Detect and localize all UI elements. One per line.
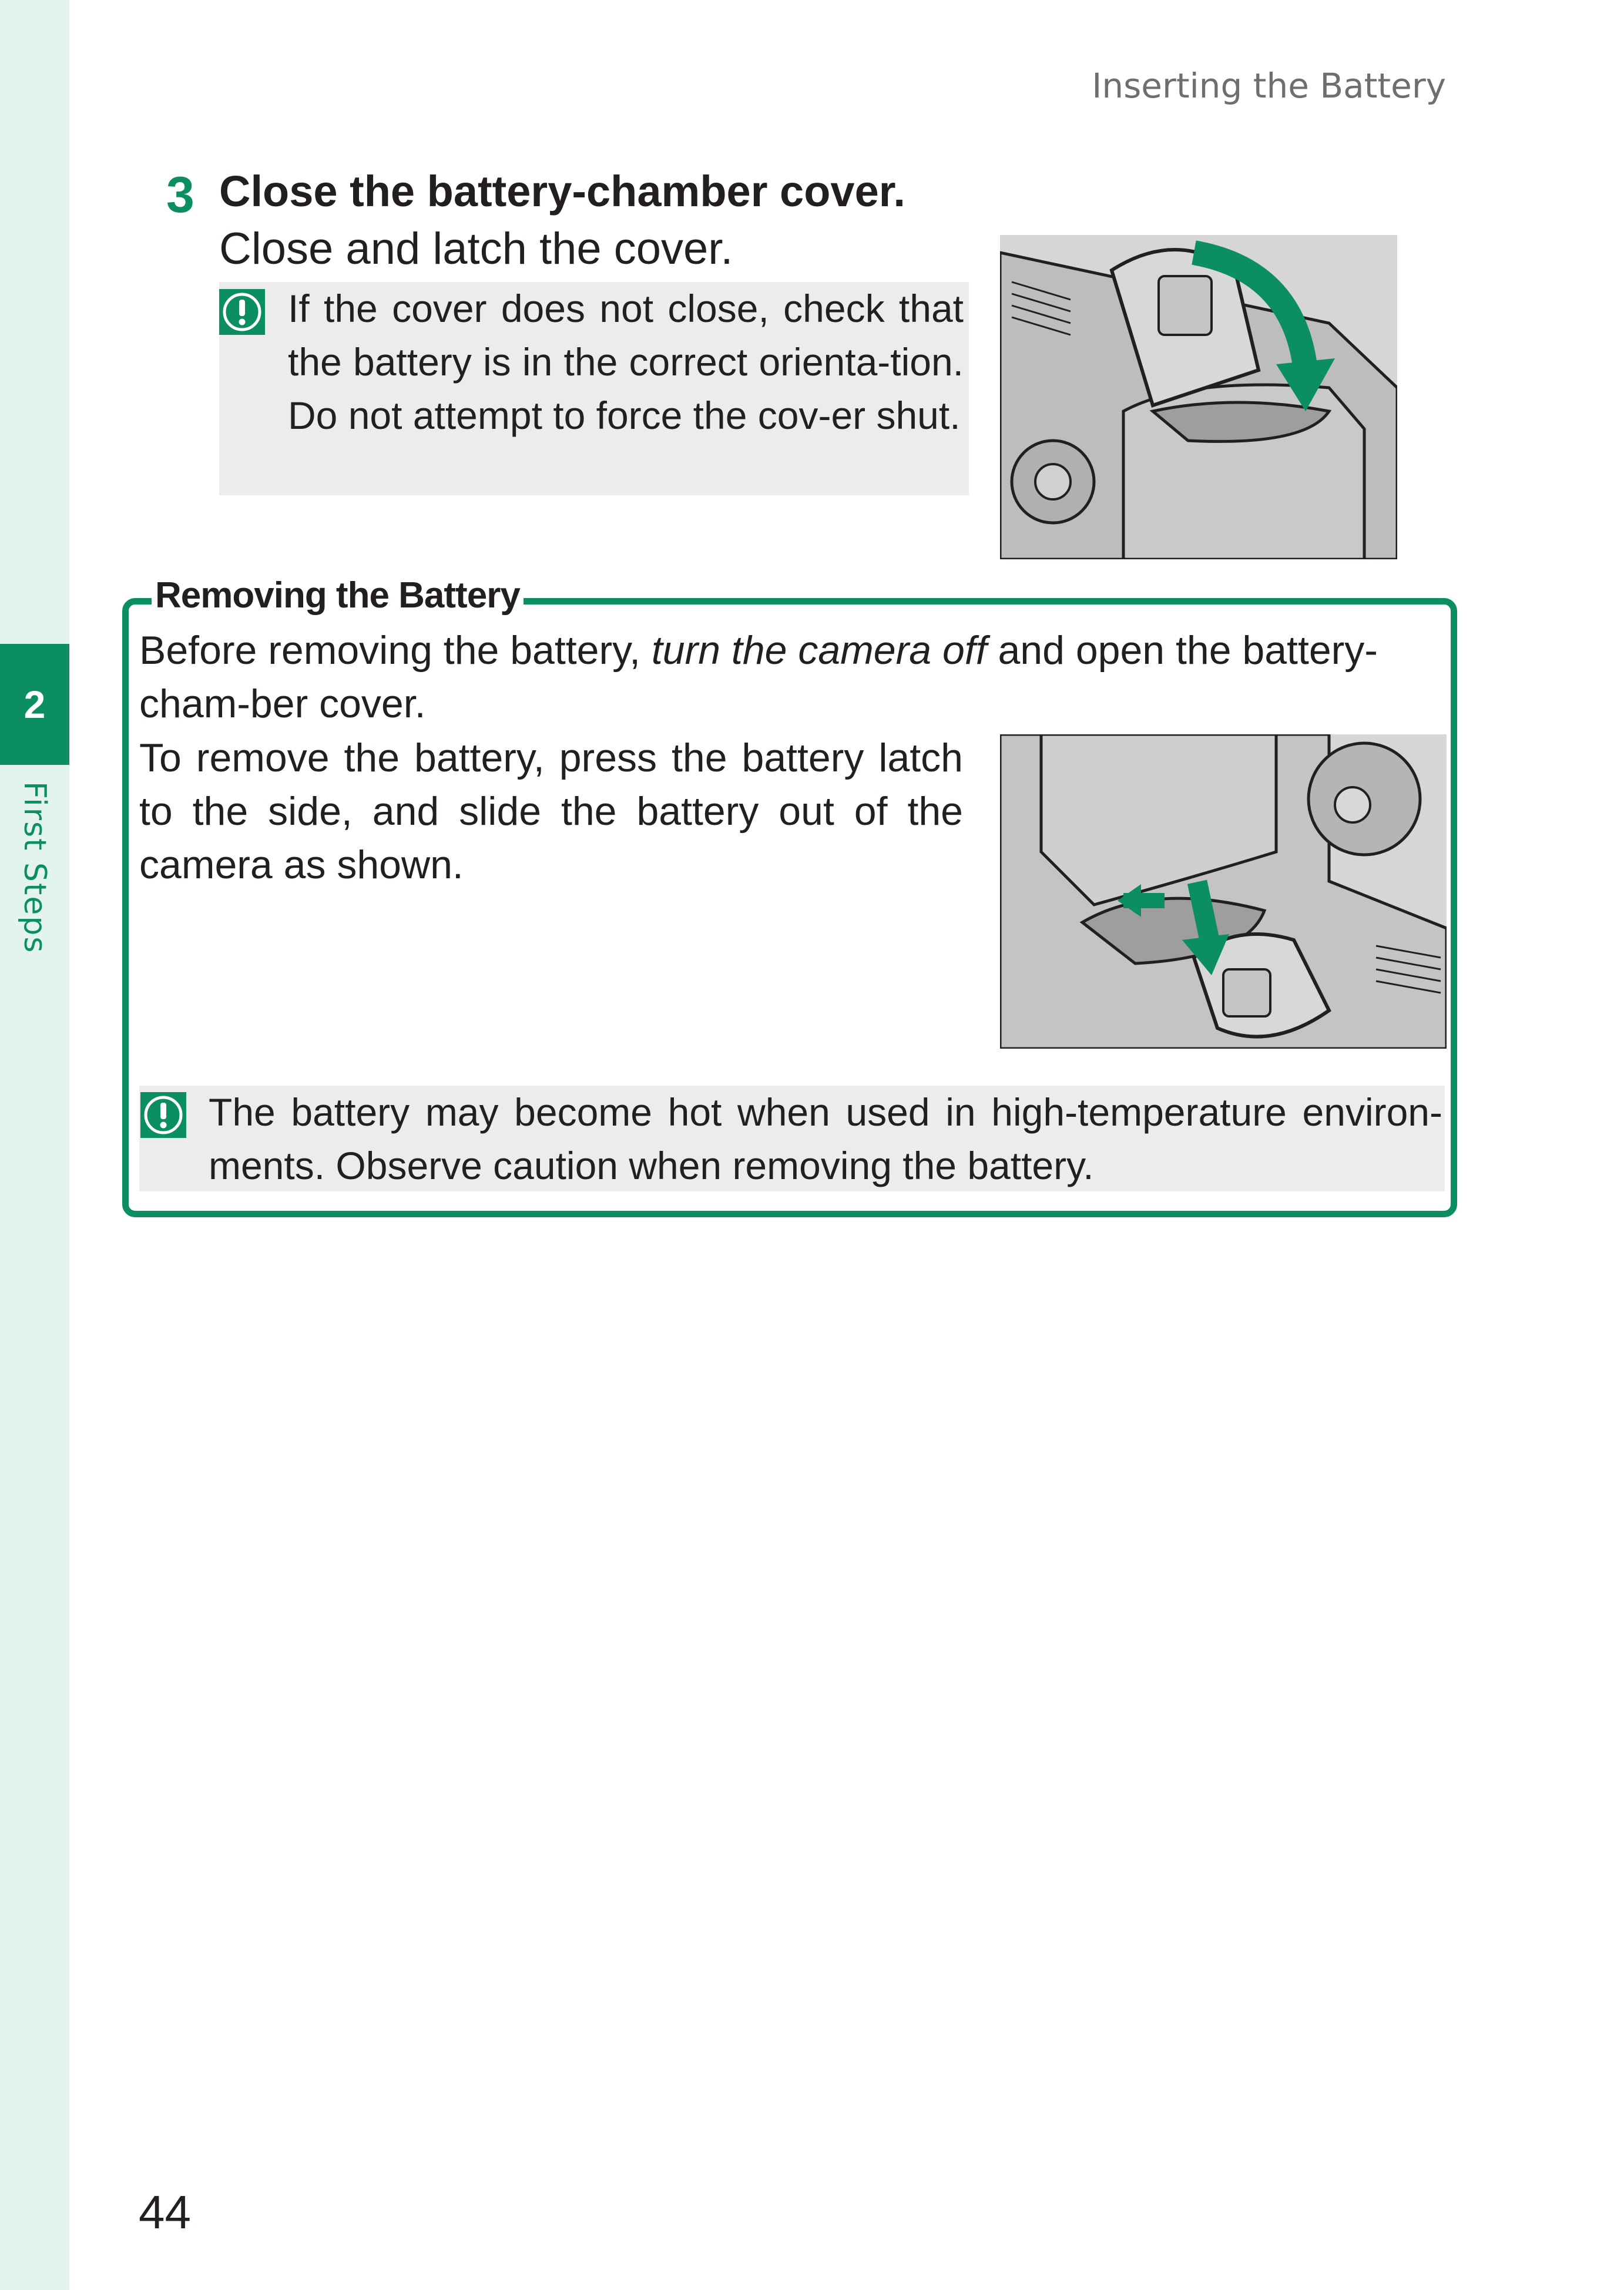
step-number: 3 bbox=[166, 167, 194, 223]
step-note-text: If the cover does not close, check that … bbox=[288, 287, 964, 437]
caution-icon bbox=[219, 289, 265, 335]
caution-icon bbox=[140, 1092, 186, 1138]
para1-text-a: Before removing the battery, bbox=[139, 628, 652, 673]
chapter-label: First Steps bbox=[17, 781, 52, 954]
step-note: If the cover does not close, check that … bbox=[219, 282, 969, 495]
chapter-number: 2 bbox=[24, 683, 46, 726]
step-subtitle: Close and latch the cover. bbox=[219, 224, 733, 274]
removal-note: The battery may become hot when used in … bbox=[139, 1086, 1445, 1191]
removing-paragraph-2: To remove the battery, press the battery… bbox=[139, 736, 963, 887]
removal-note-text: The battery may become hot when used in … bbox=[209, 1090, 1442, 1187]
running-head: Inserting the Battery bbox=[1092, 66, 1446, 106]
camera-cover-closing-illustration bbox=[1000, 235, 1397, 559]
panel-title: Removing the Battery bbox=[152, 575, 524, 616]
side-strip bbox=[0, 0, 69, 2290]
chapter-tab: 2 bbox=[0, 644, 69, 765]
step-title: Close the battery-chamber cover. bbox=[219, 167, 905, 216]
battery-removal-illustration bbox=[1000, 734, 1447, 1049]
page-number: 44 bbox=[139, 2186, 191, 2238]
removing-paragraph-1: Before removing the battery, turn the ca… bbox=[139, 624, 1445, 731]
para1-emphasis: turn the camera off bbox=[651, 628, 987, 673]
